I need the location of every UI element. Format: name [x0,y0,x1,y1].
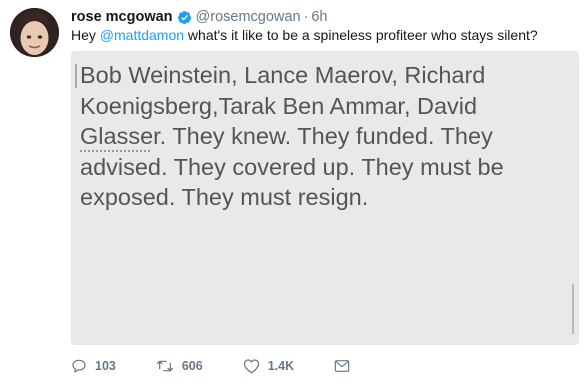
tweet-header: rose mcgowan @rosemcgowan · 6h [71,8,328,26]
image-text: Bob Weinstein, Lance Maerov, Richard Koe… [80,62,504,210]
display-name[interactable]: rose mcgowan [71,9,173,25]
like-count: 1.4K [267,359,295,373]
tweet-actions: 103 606 1.4K [71,356,398,376]
verified-badge-icon [177,10,192,25]
reply-button[interactable]: 103 [71,358,116,374]
spellcheck-underline [80,150,150,152]
like-icon [243,359,259,374]
avatar[interactable] [10,8,59,57]
retweet-icon [156,360,174,372]
text-cursor [75,64,77,88]
retweet-count: 606 [181,359,203,373]
reply-count: 103 [95,359,116,373]
separator: · [303,9,309,25]
like-button[interactable]: 1.4K [243,358,294,374]
tweet-text-before: Hey [71,27,100,43]
tweet[interactable]: rose mcgowan @rosemcgowan · 6h Hey @matt… [0,0,588,390]
mention-link[interactable]: @mattdamon [100,27,184,43]
direct-message-button[interactable] [334,359,358,373]
image-scrollbar [572,284,574,334]
direct-message-icon [334,360,350,372]
tweet-text: Hey @mattdamon what's it like to be a sp… [71,27,538,43]
tweet-image[interactable]: Bob Weinstein, Lance Maerov, Richard Koe… [71,51,579,345]
timestamp[interactable]: 6h [311,9,327,25]
retweet-button[interactable]: 606 [156,358,203,374]
tweet-text-after: what's it like to be a spineless profite… [184,27,538,43]
reply-icon [72,359,86,373]
handle[interactable]: @rosemcgowan [196,9,301,25]
